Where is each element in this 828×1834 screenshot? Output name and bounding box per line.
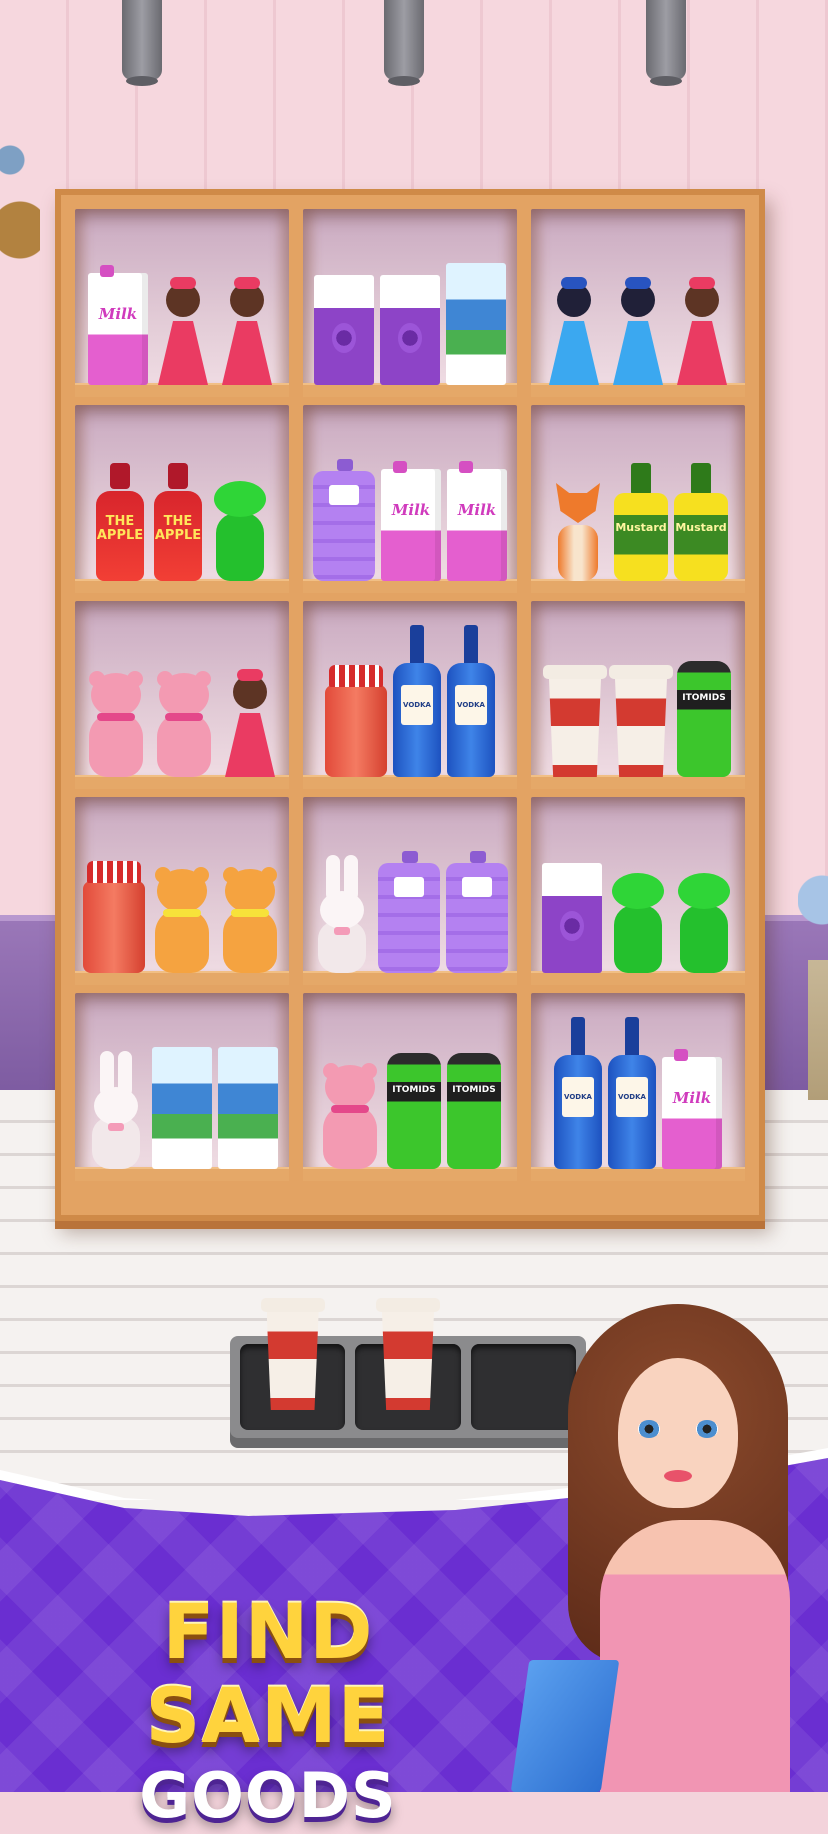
grape-juice-box-icon[interactable]: grape [314,275,374,385]
doll-blue-icon[interactable] [545,277,603,385]
milk-carton-icon[interactable]: Milk [381,461,441,581]
eye-icon [638,1420,660,1438]
grape-jug-icon[interactable] [313,459,375,581]
headline-line-1: FIND SAME [145,1587,391,1760]
grape-juice-box-icon[interactable]: grape [542,863,602,973]
ketchup-bottle-icon[interactable]: THE APPLE [152,463,204,581]
promo-headline: FIND SAME GOODS [28,1590,508,1834]
doll-red-icon[interactable] [218,277,276,385]
headline-line-2: GOODS [139,1759,397,1832]
tray-slot-2[interactable] [355,1298,461,1430]
collection-tray [230,1298,586,1438]
doll-red-icon[interactable] [673,277,731,385]
shelf-compartment [75,993,289,1181]
green-thermos-icon[interactable]: ITOMIDS [387,1053,441,1169]
bear-pink-icon[interactable] [153,671,215,777]
flower-vase-icon [798,840,828,1120]
shelf-compartment: grape [531,797,745,985]
coffee-cup-icon [375,1298,440,1410]
doll-blue-icon[interactable] [609,277,667,385]
mustard-bottle-icon[interactable]: Mustard [614,463,668,581]
bear-orange-icon[interactable] [219,867,281,973]
lips-icon [664,1470,692,1482]
ketchup-bottle-icon[interactable]: THE APPLE [94,463,146,581]
shopper-character [510,1300,828,1792]
coffee-cup-icon[interactable] [543,665,607,777]
green-thermos-icon[interactable]: ITOMIDS [677,661,731,777]
shelf-compartment: ITOMIDS [531,601,745,789]
eye-icon [696,1420,718,1438]
shelf-compartment [75,601,289,789]
grape-jug-icon[interactable] [378,851,440,973]
vodka-bottle-icon[interactable]: VODKA [393,625,441,777]
shopping-bag-icon [510,1660,620,1792]
fox-plush-icon[interactable] [548,477,608,581]
bear-pink-icon[interactable] [85,671,147,777]
shelf-compartment: Mustard Mustard [531,405,745,593]
coffee-cup-icon[interactable] [609,665,673,777]
doll-red-icon[interactable] [154,277,212,385]
grape-jug-icon[interactable] [446,851,508,973]
shelf-compartment: Milk Milk [303,405,517,593]
pendant-lamp-icon [122,0,162,86]
mountain-milk-carton-icon[interactable] [218,1047,278,1169]
bear-pink-icon[interactable] [319,1063,381,1169]
red-canister-icon[interactable] [325,665,387,777]
frog-plush-icon[interactable] [608,873,668,973]
frog-plush-icon[interactable] [674,873,734,973]
mountain-milk-carton-icon[interactable] [152,1047,212,1169]
character-dress [600,1520,790,1792]
pendant-lamp-icon [646,0,686,86]
goods-shelf: Milk grape grape THE APPLE THE APPLE Milk Milk Mu… [55,189,765,1221]
shelf-compartment: VODKA VODKA [303,601,517,789]
shelf-compartment: grape grape [303,209,517,397]
pendant-lamp-icon [384,0,424,86]
character-face [618,1358,738,1508]
red-canister-icon[interactable] [83,861,145,973]
mountain-milk-carton-icon[interactable] [446,263,506,385]
shelf-compartment: THE APPLE THE APPLE [75,405,289,593]
milk-carton-icon[interactable]: Milk [662,1049,722,1169]
shelf-compartment: VODKA VODKA Milk [531,993,745,1181]
vodka-bottle-icon[interactable]: VODKA [608,1017,656,1169]
milk-carton-icon[interactable]: Milk [447,461,507,581]
vodka-bottle-icon[interactable]: VODKA [447,625,495,777]
potted-plant-icon [0,120,40,270]
milk-carton-icon[interactable]: Milk [88,265,148,385]
shelf-compartment [531,209,745,397]
shelf-compartment: Milk [75,209,289,397]
mustard-bottle-icon[interactable]: Mustard [674,463,728,581]
bear-orange-icon[interactable] [151,867,213,973]
coffee-cup-icon [260,1298,325,1410]
bunny-plush-icon[interactable] [312,855,372,973]
bunny-plush-icon[interactable] [86,1051,146,1169]
vodka-bottle-icon[interactable]: VODKA [554,1017,602,1169]
frog-plush-icon[interactable] [210,481,270,581]
doll-red-icon[interactable] [221,669,279,777]
grape-juice-box-icon[interactable]: grape [380,275,440,385]
shelf-compartment: ITOMIDS ITOMIDS [303,993,517,1181]
shelf-compartment [303,797,517,985]
shelf-compartment [75,797,289,985]
tray-slot-1[interactable] [240,1298,346,1430]
green-thermos-icon[interactable]: ITOMIDS [447,1053,501,1169]
